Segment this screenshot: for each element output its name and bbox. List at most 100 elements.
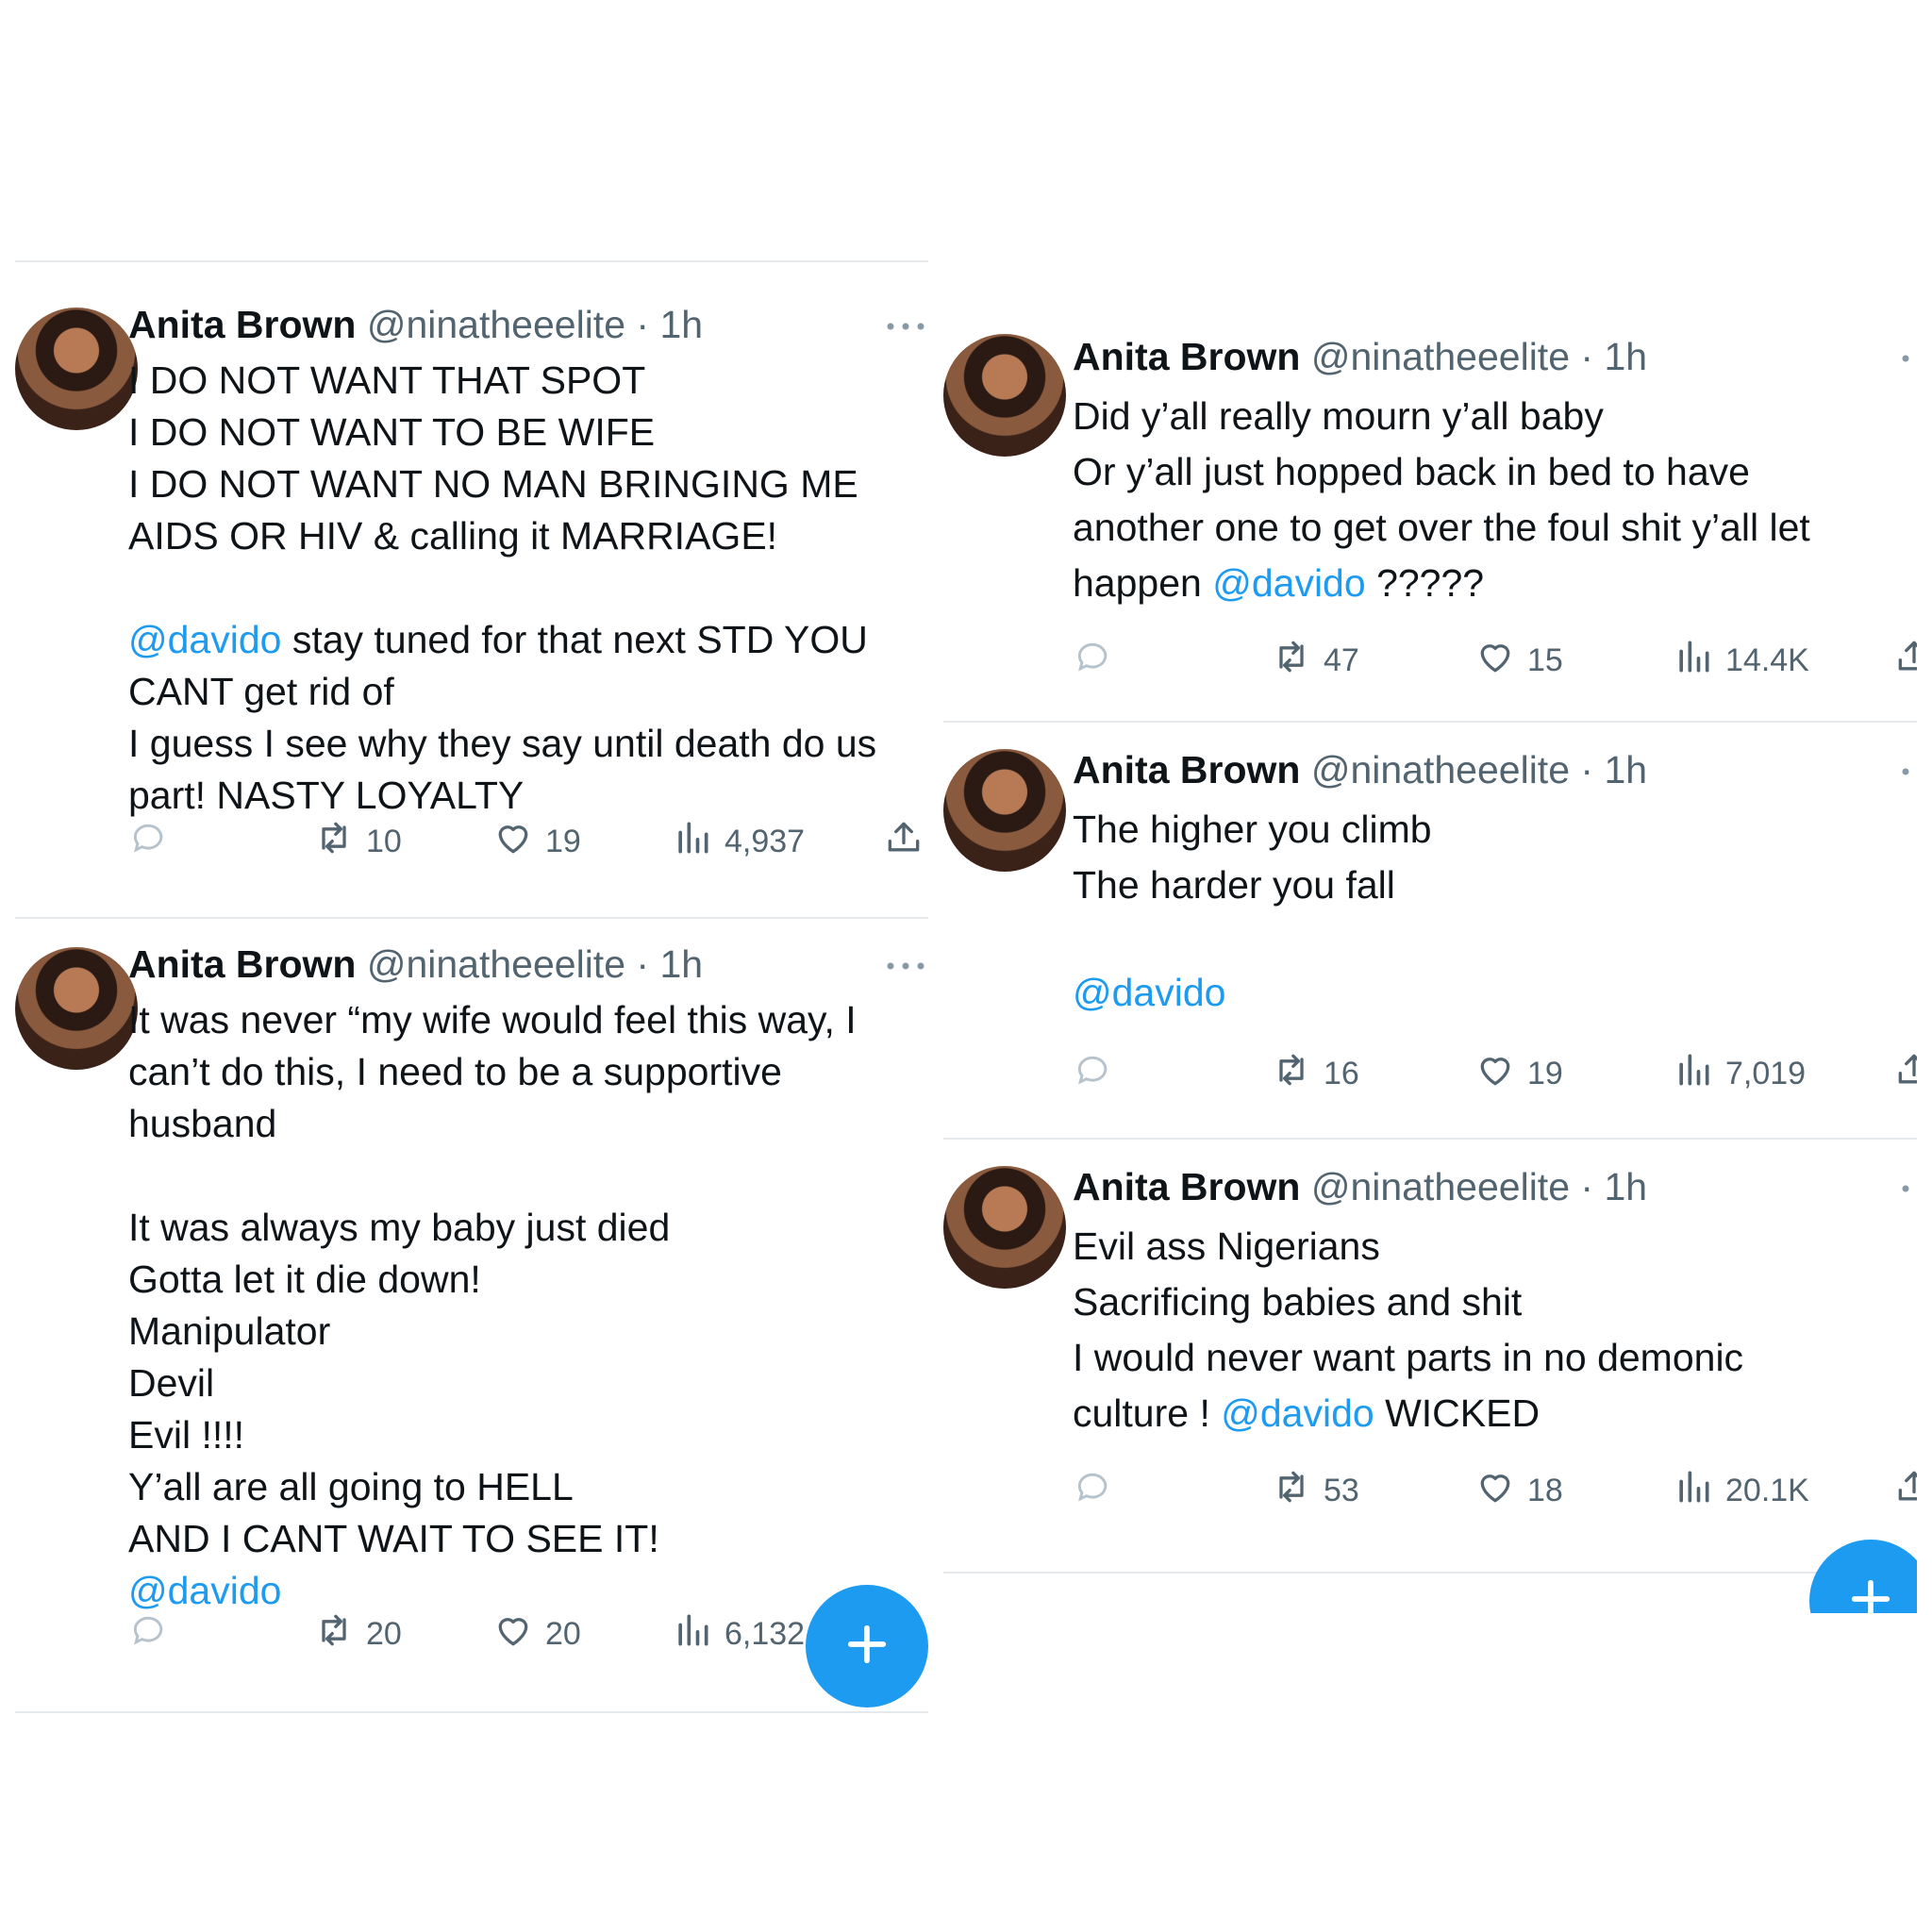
share-button[interactable] [1893, 632, 1917, 689]
tweet-line: Devil [128, 1357, 921, 1409]
tweet-line: I DO NOT WANT NO MAN BRINGING ME [128, 458, 921, 510]
tweet-line: It was always my baby just died [128, 1202, 921, 1254]
like-count: 18 [1527, 1472, 1563, 1508]
retweet-button[interactable]: 10 [313, 813, 402, 870]
tweet[interactable]: Anita Brown @ninatheeelite · 1h I DO NOT… [15, 260, 928, 919]
views-button[interactable]: 14.4K [1673, 632, 1809, 689]
tweet-line: AIDS OR HIV & calling it MARRIAGE! [128, 510, 921, 562]
timestamp[interactable]: 1h [1604, 335, 1647, 378]
mention-link[interactable]: @davido [1221, 1391, 1374, 1435]
more-icon[interactable] [883, 317, 928, 336]
like-button[interactable]: 15 [1474, 632, 1563, 689]
like-button[interactable]: 20 [492, 1606, 581, 1662]
tweet-line: Or y’all just hopped back in bed to have [1073, 444, 1917, 500]
reply-button[interactable] [1073, 1045, 1114, 1102]
retweet-count: 20 [366, 1615, 402, 1652]
reply-button[interactable] [1073, 632, 1114, 689]
tweet[interactable]: Anita Brown @ninatheeelite · 1h It was n… [15, 919, 928, 1713]
like-button[interactable]: 19 [1474, 1045, 1563, 1102]
views-icon [672, 1609, 713, 1659]
reply-icon [128, 1609, 170, 1659]
tweet-line: Evil ass Nigerians [1073, 1219, 1917, 1274]
like-count: 19 [545, 823, 581, 859]
views-button[interactable]: 6,132 [672, 1606, 805, 1662]
display-name[interactable]: Anita Brown [1073, 335, 1300, 378]
mention-link[interactable]: @davido [1073, 971, 1225, 1014]
tweet[interactable]: Anita Brown @ninatheeelite · 1h Did y’al… [943, 311, 1917, 721]
text-segment: It was always my baby just died [128, 1206, 671, 1249]
views-count: 14.4K [1725, 641, 1809, 678]
separator: · [1580, 1165, 1594, 1208]
tweet-header: Anita Brown @ninatheeelite · 1h [1073, 334, 1647, 379]
tweet-line: culture ! @davido WICKED [1073, 1386, 1917, 1441]
avatar[interactable] [943, 1166, 1066, 1289]
tweet-header: Anita Brown @ninatheeelite · 1h [128, 941, 703, 987]
reply-button[interactable] [1073, 1462, 1114, 1519]
retweet-button[interactable]: 16 [1271, 1045, 1359, 1102]
reply-button[interactable] [128, 1606, 170, 1662]
reply-button[interactable] [128, 813, 170, 870]
divider [943, 1572, 1917, 1574]
user-handle[interactable]: @ninatheeelite [1311, 335, 1570, 378]
separator: · [1580, 335, 1594, 378]
right-screenshot-panel: Anita Brown @ninatheeelite · 1h Did y’al… [943, 311, 1917, 1613]
reply-icon [128, 817, 170, 867]
retweet-count: 16 [1324, 1055, 1359, 1091]
text-segment: It was never “my wife would feel this wa… [128, 998, 857, 1041]
like-button[interactable]: 18 [1474, 1462, 1563, 1519]
timestamp[interactable]: 1h [1604, 748, 1647, 791]
share-button[interactable] [883, 813, 924, 870]
share-button[interactable] [1893, 1462, 1917, 1519]
more-icon[interactable] [883, 957, 928, 975]
tweet[interactable]: Anita Brown @ninatheeelite · 1h The high… [943, 723, 1917, 1138]
mention-link[interactable]: @davido [1212, 561, 1365, 605]
display-name[interactable]: Anita Brown [1073, 1165, 1300, 1208]
text-segment: Or y’all just hopped back in bed to have [1073, 450, 1750, 493]
divider [15, 1711, 928, 1713]
heart-icon [492, 1609, 534, 1659]
tweet-line [128, 1150, 921, 1202]
tweet-line: Did y’all really mourn y’all baby [1073, 389, 1917, 444]
more-icon[interactable] [1898, 349, 1917, 368]
text-segment: culture ! [1073, 1391, 1222, 1435]
display-name[interactable]: Anita Brown [1073, 748, 1300, 791]
tweet-header: Anita Brown @ninatheeelite · 1h [1073, 1164, 1647, 1209]
avatar[interactable] [15, 947, 138, 1070]
user-handle[interactable]: @ninatheeelite [1311, 1165, 1570, 1208]
text-segment: Did y’all really mourn y’all baby [1073, 394, 1604, 438]
user-handle[interactable]: @ninatheeelite [1311, 748, 1570, 791]
tweet-text: The higher you climb The harder you fall @… [1073, 802, 1917, 1021]
text-segment: part! NASTY LOYALTY [128, 774, 525, 817]
retweet-icon [1271, 1049, 1312, 1099]
avatar[interactable] [15, 308, 138, 430]
text-segment: AIDS OR HIV & calling it MARRIAGE! [128, 514, 778, 558]
user-handle[interactable]: @ninatheeelite [367, 942, 625, 986]
retweet-button[interactable]: 47 [1271, 632, 1359, 689]
more-icon[interactable] [1898, 1179, 1917, 1198]
tweet-line: I would never want parts in no demonic [1073, 1330, 1917, 1386]
more-icon[interactable] [1898, 762, 1917, 781]
display-name[interactable]: Anita Brown [128, 303, 356, 346]
mention-link[interactable]: @davido [128, 618, 281, 661]
retweet-button[interactable]: 20 [313, 1606, 402, 1662]
views-button[interactable]: 4,937 [672, 813, 805, 870]
tweet[interactable]: Anita Brown @ninatheeelite · 1h Evil ass… [943, 1140, 1917, 1572]
avatar[interactable] [943, 334, 1066, 457]
like-button[interactable]: 19 [492, 813, 581, 870]
display-name[interactable]: Anita Brown [128, 942, 356, 986]
compose-tweet-button[interactable] [806, 1585, 928, 1707]
timestamp[interactable]: 1h [659, 942, 703, 986]
views-button[interactable]: 7,019 [1673, 1045, 1806, 1102]
user-handle[interactable]: @ninatheeelite [367, 303, 625, 346]
avatar[interactable] [943, 749, 1066, 872]
heart-icon [1474, 1466, 1516, 1516]
tweet-actions: 10 19 4,937 [128, 813, 928, 870]
share-button[interactable] [1893, 1045, 1917, 1102]
timestamp[interactable]: 1h [659, 303, 703, 346]
views-button[interactable]: 20.1K [1673, 1462, 1809, 1519]
like-count: 20 [545, 1615, 581, 1652]
retweet-button[interactable]: 53 [1271, 1462, 1359, 1519]
views-count: 20.1K [1725, 1472, 1809, 1508]
timestamp[interactable]: 1h [1604, 1165, 1647, 1208]
text-segment: another one to get over the foul shit y’… [1073, 506, 1810, 549]
